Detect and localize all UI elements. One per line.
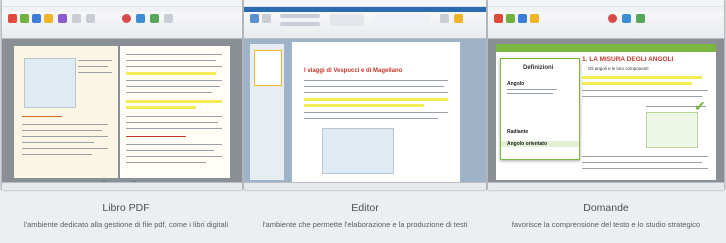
domande-screenshot[interactable]: 1. LA MISURA DEGLI ANGOLI Gli angoli e l… bbox=[488, 0, 724, 190]
pen-icon[interactable] bbox=[494, 14, 503, 23]
paragraph-group[interactable] bbox=[330, 14, 364, 26]
caption-title: Domande bbox=[583, 202, 629, 214]
doc-heading: I viaggi di Vespucci e di Magellano bbox=[304, 68, 403, 74]
caption-subtitle: l'ambiente che permette l'elaborazione e… bbox=[262, 220, 468, 229]
export-icon[interactable] bbox=[636, 14, 645, 23]
eraser-icon[interactable] bbox=[72, 14, 81, 23]
figure-box bbox=[646, 112, 698, 148]
popup-item-angolo[interactable]: Angolo bbox=[507, 81, 524, 87]
media-icon[interactable] bbox=[622, 14, 631, 23]
record-icon[interactable] bbox=[122, 14, 131, 23]
map-image bbox=[24, 58, 76, 108]
page-thumbnail[interactable] bbox=[254, 50, 282, 86]
chapter-header-bar bbox=[496, 44, 716, 52]
editor-document: I viaggi di Vespucci e di Magellano bbox=[292, 42, 460, 182]
popup-title: Definizioni bbox=[523, 65, 554, 71]
status-bar bbox=[244, 182, 486, 190]
shape-icon[interactable] bbox=[530, 14, 539, 23]
popup-item-angolo-orientato[interactable]: Angolo orientato bbox=[501, 141, 579, 147]
definitions-popup[interactable]: Definizioni Angolo Radiante Angolo orien… bbox=[500, 58, 580, 160]
font-select[interactable] bbox=[280, 14, 320, 18]
undo-icon[interactable] bbox=[86, 14, 95, 23]
thumbnail-sidebar bbox=[250, 44, 284, 180]
caption-title: Libro PDF bbox=[102, 202, 150, 214]
styles-gallery[interactable] bbox=[374, 14, 430, 26]
caption-title: Editor bbox=[351, 202, 379, 214]
highlighter-icon[interactable] bbox=[506, 14, 515, 23]
format-buttons[interactable] bbox=[280, 22, 320, 26]
caption-editor: Editor l'ambiente che permette l'elabora… bbox=[244, 202, 486, 229]
media-icon[interactable] bbox=[136, 14, 145, 23]
shape-icon[interactable] bbox=[44, 14, 53, 23]
chapter-title: 1. LA MISURA DEGLI ANGOLI bbox=[582, 56, 674, 63]
find-icon[interactable] bbox=[440, 14, 449, 23]
caption-domande: Domande favorisce la comprensione del te… bbox=[488, 202, 724, 229]
caption-subtitle: l'ambiente dedicato alla gestione di fil… bbox=[23, 220, 229, 229]
libro-pdf-screenshot[interactable] bbox=[2, 0, 242, 190]
map-image bbox=[322, 128, 394, 174]
ribbon-toolbar bbox=[244, 0, 486, 39]
status-bar bbox=[2, 182, 242, 190]
editor-screenshot[interactable]: I viaggi di Vespucci e di Magellano bbox=[244, 0, 486, 190]
book-page-left bbox=[14, 46, 118, 178]
status-bar bbox=[488, 182, 724, 190]
record-icon[interactable] bbox=[608, 14, 617, 23]
check-icon: ✔ bbox=[694, 98, 706, 114]
marker-icon[interactable] bbox=[32, 14, 41, 23]
print-icon[interactable] bbox=[164, 14, 173, 23]
ribbon-toolbar bbox=[2, 0, 242, 39]
insert-icon[interactable] bbox=[454, 14, 463, 23]
export-icon[interactable] bbox=[150, 14, 159, 23]
caption-libro-pdf: Libro PDF l'ambiente dedicato alla gesti… bbox=[0, 202, 252, 229]
paste-icon[interactable] bbox=[250, 14, 259, 23]
chapter-subtitle: Gli angoli e le loro componenti bbox=[588, 66, 649, 71]
cut-icon[interactable] bbox=[262, 14, 271, 23]
highlighter-icon[interactable] bbox=[20, 14, 29, 23]
screenshot-strip: I viaggi di Vespucci e di Magellano 1. L bbox=[0, 0, 726, 190]
pen-icon[interactable] bbox=[8, 14, 17, 23]
book-page-right bbox=[120, 46, 230, 178]
note-icon[interactable] bbox=[58, 14, 67, 23]
caption-subtitle: favorisce la comprensione del testo e lo… bbox=[511, 220, 701, 229]
popup-item-radiante[interactable]: Radiante bbox=[507, 129, 528, 135]
marker-icon[interactable] bbox=[518, 14, 527, 23]
ribbon-toolbar bbox=[488, 0, 724, 39]
